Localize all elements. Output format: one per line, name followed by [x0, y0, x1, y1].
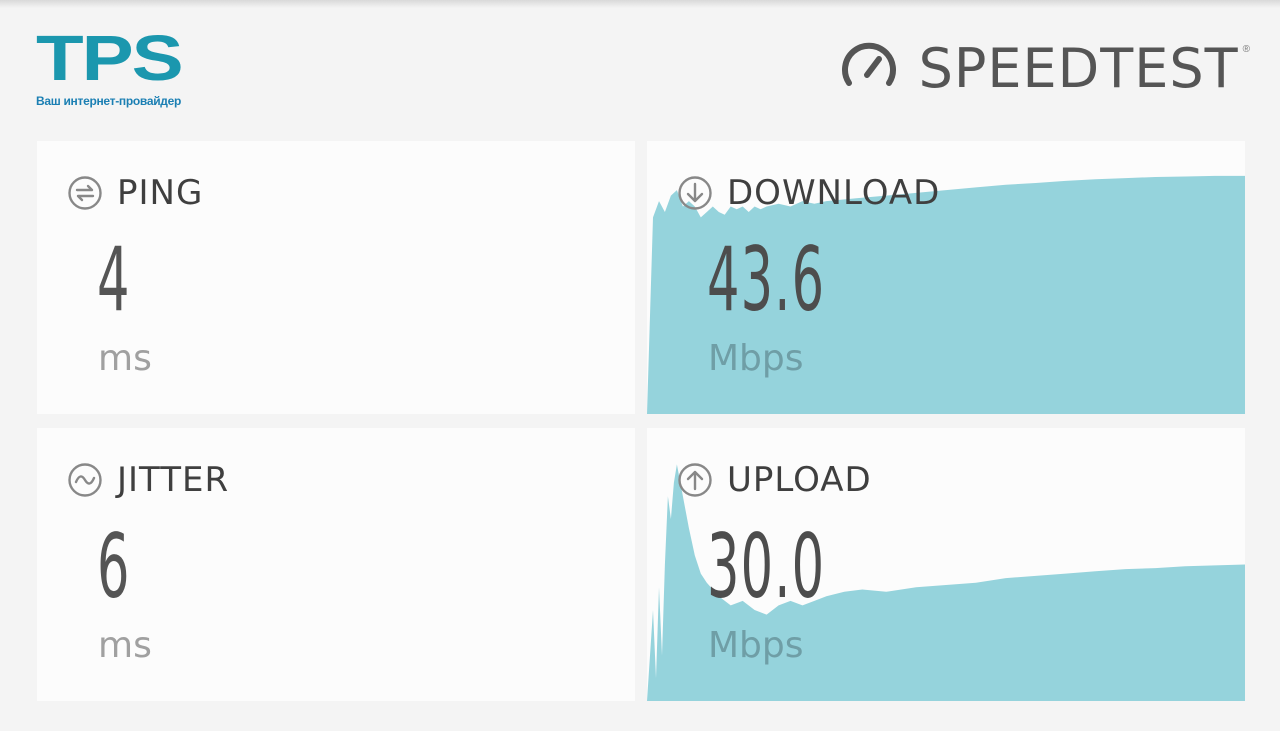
upload-unit: Mbps	[708, 625, 804, 666]
speedometer-icon	[841, 42, 896, 86]
registered-mark: ®	[1242, 44, 1250, 55]
provider-logo-text: TPS	[36, 21, 184, 95]
ping-icon	[68, 176, 102, 210]
upload-header: UPLOAD	[677, 460, 872, 500]
upload-arrow-icon	[678, 463, 712, 497]
ping-header: PING	[67, 173, 203, 213]
ping-unit: ms	[98, 338, 152, 379]
speedtest-logo: SPEEDTEST ®	[837, 38, 1250, 100]
ping-card: PING 4 ms	[37, 141, 635, 414]
ping-label: PING	[117, 173, 204, 213]
download-value: 43.6	[707, 228, 826, 331]
download-header: DOWNLOAD	[677, 173, 940, 213]
top-shadow	[0, 0, 1280, 8]
download-label: DOWNLOAD	[727, 173, 941, 213]
download-arrow-icon	[678, 176, 712, 210]
upload-value: 30.0	[707, 515, 826, 618]
download-unit: Mbps	[708, 338, 804, 379]
jitter-unit: ms	[98, 625, 152, 666]
provider-logo: TPS Ваш интернет-провайдер	[36, 26, 216, 116]
upload-card: UPLOAD 30.0 Mbps	[647, 428, 1245, 701]
jitter-wave-icon	[68, 463, 102, 497]
jitter-value: 6	[97, 515, 131, 618]
jitter-header: JITTER	[67, 460, 229, 500]
jitter-label: JITTER	[117, 460, 230, 500]
upload-label: UPLOAD	[727, 460, 872, 500]
jitter-card: JITTER 6 ms	[37, 428, 635, 701]
speedtest-wordmark: SPEEDTEST	[918, 37, 1239, 100]
ping-value: 4	[97, 228, 131, 331]
provider-tagline: Ваш интернет-провайдер	[36, 94, 182, 108]
download-card: DOWNLOAD 43.6 Mbps	[647, 141, 1245, 414]
